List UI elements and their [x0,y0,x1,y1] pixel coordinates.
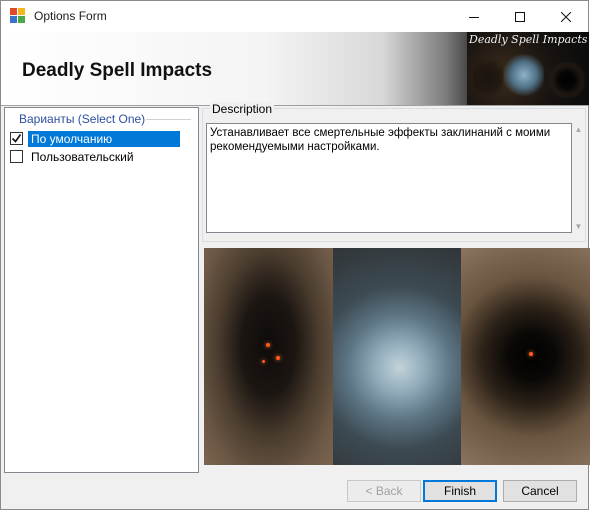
back-button[interactable]: < Back [347,480,421,502]
maximize-icon [515,11,525,22]
minimize-icon [469,16,479,18]
close-button[interactable] [543,1,589,32]
window-title: Options Form [34,9,107,23]
description-scrollbar[interactable]: ▲ ▼ [572,123,585,233]
checkmark-icon [11,134,22,143]
option-custom-label[interactable]: Пользовательский [28,149,137,165]
options-form-window: Options Form Deadly Spell Impacts Deadly… [0,0,590,510]
option-default-label[interactable]: По умолчанию [28,131,180,147]
options-legend-line [143,119,191,120]
preview-panel-scorch [204,248,333,465]
minimize-button[interactable] [451,1,497,32]
option-default-checkbox[interactable] [10,132,23,145]
banner-title: Deadly Spell Impacts [22,60,213,81]
close-icon [561,11,571,22]
banner-image: Deadly Spell Impacts [467,32,589,105]
banner-image-caption: Deadly Spell Impacts [469,33,588,46]
maximize-button[interactable] [497,1,543,32]
scroll-up-icon[interactable]: ▲ [575,125,583,134]
cancel-button[interactable]: Cancel [503,480,577,502]
preview-image [204,248,590,465]
description-textbox[interactable]: Устанавливает все смертельные эффекты за… [206,123,572,233]
app-icon [10,8,26,24]
finish-button[interactable]: Finish [423,480,497,502]
description-legend: Description [210,102,275,116]
header-banner: Deadly Spell Impacts Deadly Spell Impact… [1,32,589,105]
preview-panel-frost [332,248,462,465]
description-group: Description Устанавливает все смертельны… [202,102,586,242]
preview-panel-shadow [461,248,590,465]
option-custom-checkbox[interactable] [10,150,23,163]
scroll-down-icon[interactable]: ▼ [575,222,583,231]
banner-divider [1,105,588,106]
options-legend: Варианты (Select One) [18,112,147,126]
title-bar: Options Form [1,1,588,32]
options-group: Варианты (Select One) По умолчанию Польз… [4,107,199,473]
